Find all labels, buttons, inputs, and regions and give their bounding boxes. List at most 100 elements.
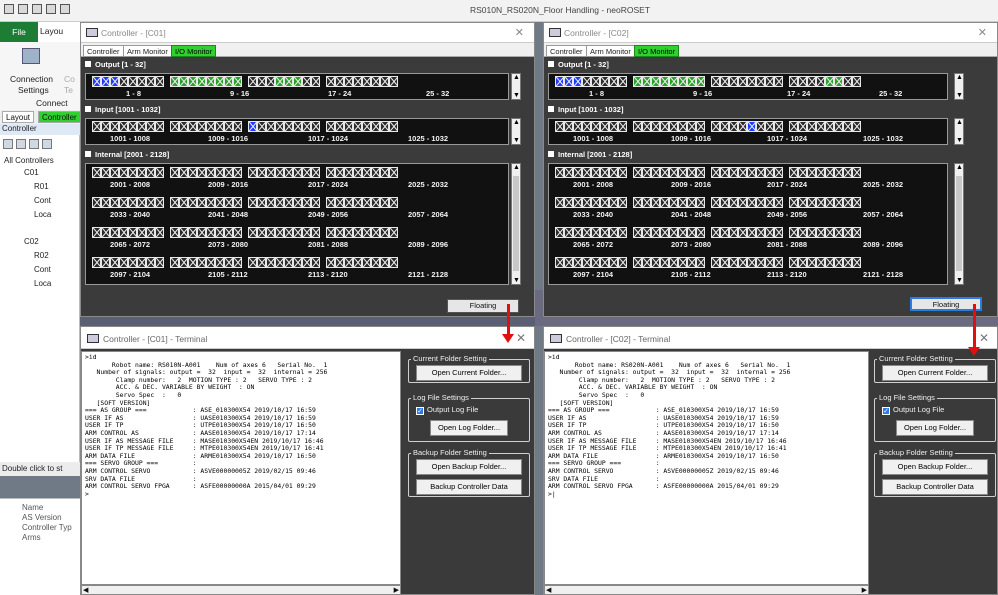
tab-layout[interactable]: Layout (2, 111, 35, 123)
signal-cell (591, 197, 600, 208)
internal-scrollbar[interactable]: ▲ ▼ (511, 163, 521, 285)
scroll-down-icon[interactable]: ▼ (513, 92, 520, 99)
connection-icon[interactable] (22, 48, 40, 64)
signal-cell (224, 76, 233, 87)
open-log-folder-button[interactable]: Open Log Folder... (430, 420, 508, 436)
signal-cell (179, 167, 188, 178)
tab-io-monitor[interactable]: I/O Monitor (171, 45, 217, 57)
scroll-down-icon[interactable]: ▼ (956, 92, 963, 99)
scroll-up-icon[interactable]: ▲ (513, 119, 520, 126)
tree-cont2[interactable]: Cont (34, 265, 51, 274)
ribbon-connection[interactable]: Connection (10, 74, 53, 84)
scroll-left-icon[interactable]: ◀ (546, 586, 551, 594)
signal-cell (747, 76, 756, 87)
input-scrollbar[interactable]: ▲ ▼ (511, 118, 521, 145)
layout-menu[interactable]: Layou (40, 26, 63, 36)
scroll-thumb[interactable] (513, 176, 519, 271)
backup-controller-data-button[interactable]: Backup Controller Data (882, 479, 988, 495)
checkbox-checked-icon[interactable]: ✓ (882, 407, 890, 415)
tree-tool-icon[interactable] (3, 139, 13, 149)
signal-cell (678, 167, 687, 178)
checkbox-checked-icon[interactable]: ✓ (416, 407, 424, 415)
close-icon[interactable]: ✕ (979, 331, 989, 345)
scroll-up-icon[interactable]: ▲ (956, 74, 963, 81)
output-log-file-checkbox[interactable]: ✓ Output Log File (416, 405, 478, 415)
tab-controller[interactable]: Controller (546, 45, 587, 57)
signal-cell (326, 76, 335, 87)
signal-cell (573, 257, 582, 268)
tab-arm-monitor[interactable]: Arm Monitor (586, 45, 635, 57)
scroll-thumb[interactable] (956, 176, 962, 271)
save-icon[interactable] (46, 4, 56, 14)
signal-cell (362, 257, 371, 268)
signal-cell (389, 197, 398, 208)
scroll-up-icon[interactable]: ▲ (513, 164, 520, 171)
close-icon[interactable]: ✕ (515, 26, 524, 39)
tab-io-monitor[interactable]: I/O Monitor (634, 45, 680, 57)
floating-button[interactable]: Floating (910, 297, 982, 311)
signal-cell (798, 257, 807, 268)
open-log-folder-button[interactable]: Open Log Folder... (896, 420, 974, 436)
scroll-down-icon[interactable]: ▼ (513, 277, 520, 284)
open-file-icon[interactable] (32, 4, 42, 14)
signal-group (633, 121, 705, 133)
open-current-folder-button[interactable]: Open Current Folder... (416, 365, 522, 381)
close-icon[interactable]: ✕ (516, 331, 526, 345)
tree-c01[interactable]: C01 (24, 168, 39, 177)
terminal-output[interactable]: >id Robot name: RS020N-A001 Num of axes … (544, 351, 869, 585)
close-icon[interactable]: ✕ (978, 26, 987, 39)
scroll-up-icon[interactable]: ▲ (956, 164, 963, 171)
tree-tool-icon[interactable] (29, 139, 39, 149)
signal-cell (720, 257, 729, 268)
signal-cell (119, 121, 128, 132)
tree-r02[interactable]: R02 (34, 251, 49, 260)
ribbon-connect-group: Connect (36, 98, 68, 108)
tree-loca2[interactable]: Loca (34, 279, 51, 288)
internal-scrollbar[interactable]: ▲ ▼ (954, 163, 964, 285)
open-current-folder-button[interactable]: Open Current Folder... (882, 365, 988, 381)
internal-signal-row (555, 257, 867, 269)
open-backup-folder-button[interactable]: Open Backup Folder... (416, 459, 522, 475)
output-scrollbar[interactable]: ▲ ▼ (954, 73, 964, 100)
open-backup-folder-button[interactable]: Open Backup Folder... (882, 459, 988, 475)
terminal-output[interactable]: >id Robot name: RS010N-A001 Num of axes … (81, 351, 401, 585)
input-scrollbar[interactable]: ▲ ▼ (954, 118, 964, 145)
tree-loca1[interactable]: Loca (34, 210, 51, 219)
scroll-up-icon[interactable]: ▲ (513, 74, 520, 81)
ribbon-co[interactable]: Co (64, 74, 75, 84)
scroll-right-icon[interactable]: ▶ (862, 586, 867, 594)
tree-all-controllers[interactable]: All Controllers (4, 156, 54, 165)
settings-icon[interactable] (60, 4, 70, 14)
tree-r01[interactable]: R01 (34, 182, 49, 191)
ribbon-settings[interactable]: Settings (18, 85, 49, 95)
terminal-h-scrollbar[interactable]: ◀ ▶ (544, 585, 869, 595)
tab-controller[interactable]: Controller (38, 111, 81, 123)
signal-cell (353, 76, 362, 87)
signal-cell (729, 167, 738, 178)
tab-controller[interactable]: Controller (83, 45, 124, 57)
signal-cell (275, 167, 284, 178)
double-click-hint: Double click to st (0, 462, 80, 476)
tree-tool-icon[interactable] (42, 139, 52, 149)
scroll-left-icon[interactable]: ◀ (83, 586, 88, 594)
scroll-down-icon[interactable]: ▼ (956, 137, 963, 144)
signal-cell (633, 167, 642, 178)
scroll-down-icon[interactable]: ▼ (513, 137, 520, 144)
file-menu[interactable]: File (0, 22, 38, 42)
tree-tool-icon[interactable] (16, 139, 26, 149)
scroll-right-icon[interactable]: ▶ (394, 586, 399, 594)
tree-cont1[interactable]: Cont (34, 196, 51, 205)
range-label: 2081 - 2088 (767, 240, 808, 249)
tab-arm-monitor[interactable]: Arm Monitor (123, 45, 172, 57)
signal-cell (696, 197, 705, 208)
tree-c02[interactable]: C02 (24, 237, 39, 246)
backup-controller-data-button[interactable]: Backup Controller Data (416, 479, 522, 495)
terminal-h-scrollbar[interactable]: ◀ ▶ (81, 585, 401, 595)
output-log-file-checkbox[interactable]: ✓ Output Log File (882, 405, 944, 415)
ribbon-te[interactable]: Te (64, 85, 73, 95)
output-scrollbar[interactable]: ▲ ▼ (511, 73, 521, 100)
scroll-down-icon[interactable]: ▼ (956, 277, 963, 284)
home-icon[interactable] (18, 4, 28, 14)
scroll-up-icon[interactable]: ▲ (956, 119, 963, 126)
range-label: 2017 - 2024 (308, 180, 349, 189)
